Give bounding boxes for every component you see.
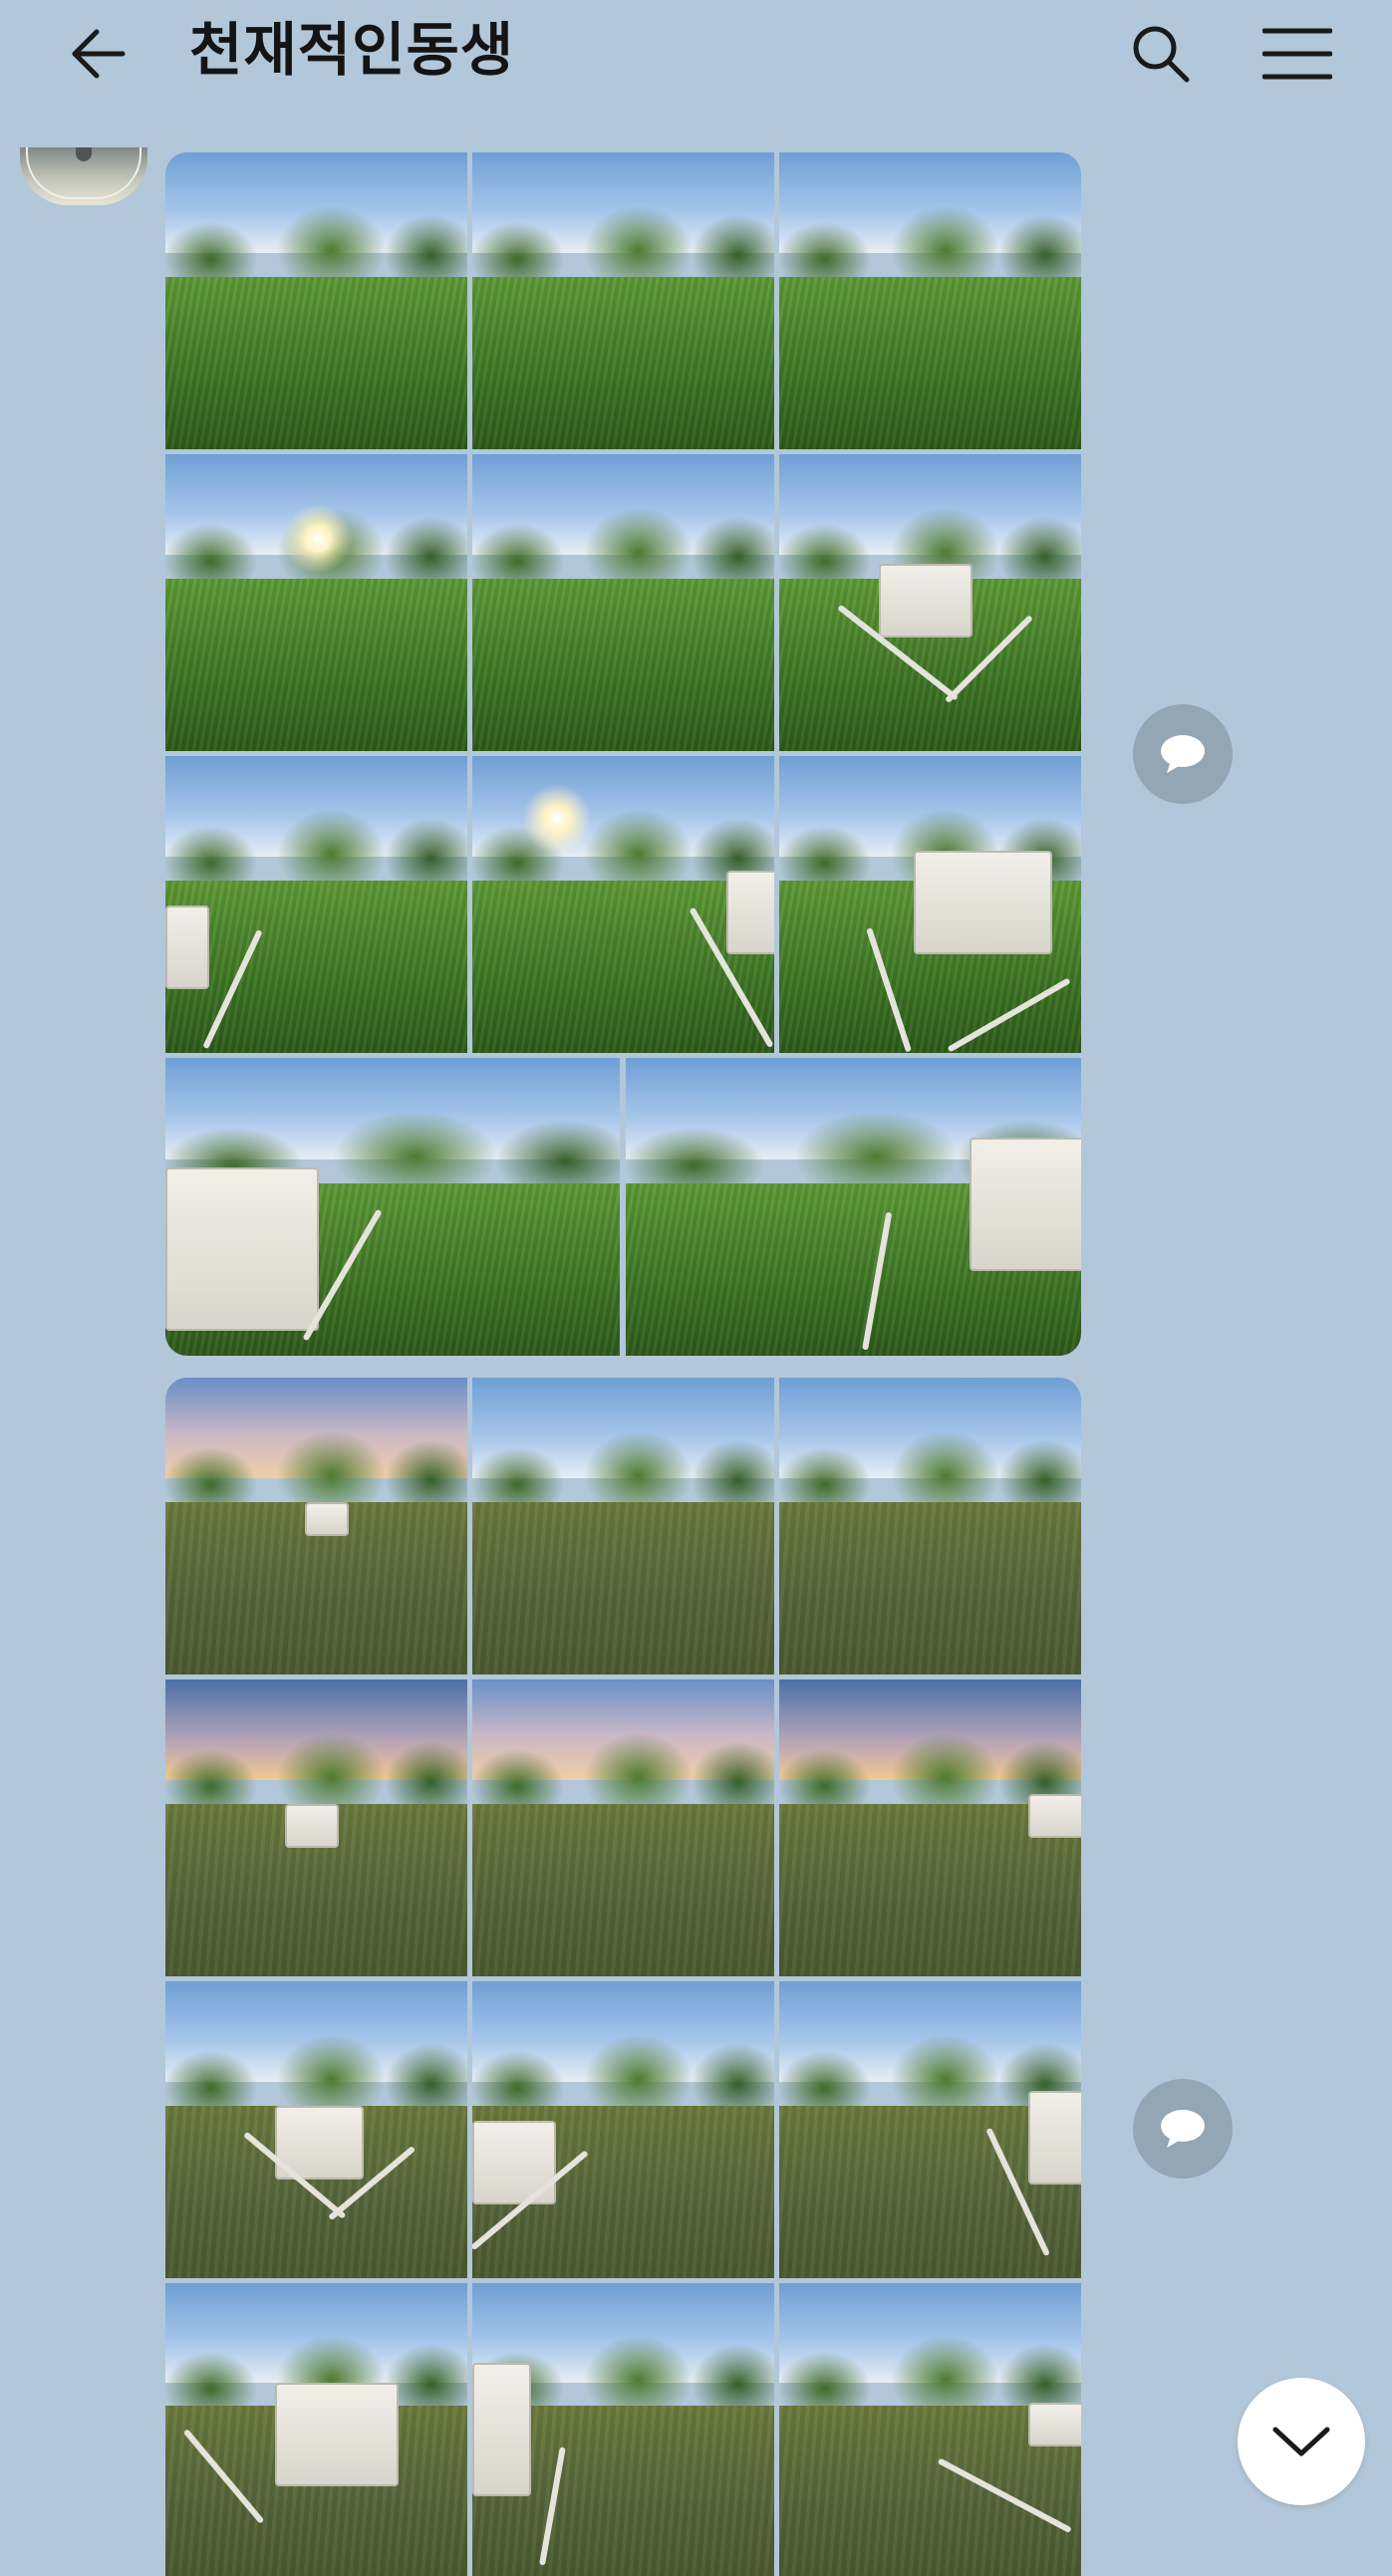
album-photo[interactable] xyxy=(779,152,1081,449)
photo-album-message xyxy=(165,152,1081,1356)
album-photo[interactable] xyxy=(472,756,774,1053)
album-photo[interactable] xyxy=(472,454,774,751)
album-photo[interactable] xyxy=(165,1981,467,2278)
album-photo[interactable] xyxy=(779,1981,1081,2278)
photo-album-message xyxy=(165,1378,1081,2576)
album-photo[interactable] xyxy=(472,1679,774,1976)
album-photo[interactable] xyxy=(165,152,467,449)
album-photo[interactable] xyxy=(165,2283,467,2576)
chat-bubble-icon xyxy=(1161,735,1205,773)
album-photo[interactable] xyxy=(472,1981,774,2278)
back-button[interactable] xyxy=(58,14,138,94)
album-photo[interactable] xyxy=(165,756,467,1053)
album-photo[interactable] xyxy=(779,454,1081,751)
album-photo[interactable] xyxy=(165,1058,620,1356)
menu-button[interactable] xyxy=(1257,14,1337,94)
album-photo[interactable] xyxy=(472,1378,774,1674)
comment-button[interactable] xyxy=(1133,704,1233,804)
scroll-to-bottom-button[interactable] xyxy=(1238,2378,1365,2505)
comment-button[interactable] xyxy=(1133,2079,1233,2179)
album-photo[interactable] xyxy=(626,1058,1081,1356)
chat-room-title: 천재적인동생 xyxy=(189,16,515,84)
album-photo[interactable] xyxy=(472,2283,774,2576)
album-photo[interactable] xyxy=(779,2283,1081,2576)
album-photo[interactable] xyxy=(779,1679,1081,1976)
avatar[interactable] xyxy=(20,147,147,205)
hamburger-menu-icon xyxy=(1262,28,1332,80)
search-button[interactable] xyxy=(1121,14,1201,94)
arrow-left-icon xyxy=(72,29,126,79)
album-photo[interactable] xyxy=(165,1378,467,1674)
album-photo[interactable] xyxy=(779,1378,1081,1674)
chat-header: 천재적인동생 xyxy=(0,0,1392,105)
search-icon xyxy=(1133,26,1190,83)
album-photo[interactable] xyxy=(165,454,467,751)
album-photo[interactable] xyxy=(472,152,774,449)
album-photo[interactable] xyxy=(779,756,1081,1053)
album-photo[interactable] xyxy=(165,1679,467,1976)
chevron-down-icon xyxy=(1272,2427,1330,2456)
chat-bubble-icon xyxy=(1161,2110,1205,2148)
